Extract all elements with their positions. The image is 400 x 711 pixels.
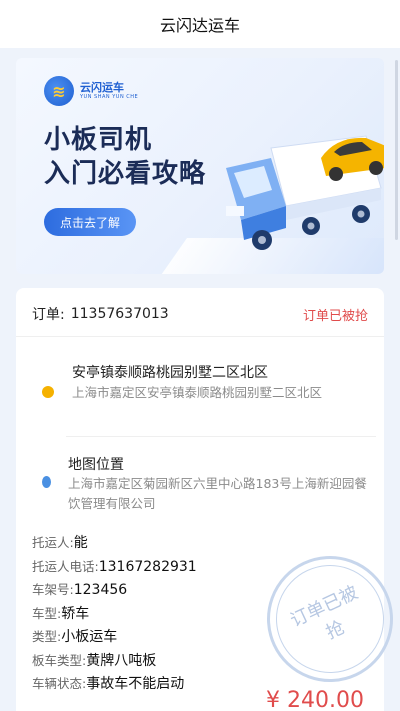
info-key: 车型: (32, 605, 62, 621)
order-number-label: 订单: (32, 307, 65, 323)
banner-title-line1: 小板司机 (44, 125, 153, 155)
pickup-dot-icon (42, 386, 54, 398)
info-value: 小板运车 (61, 629, 118, 645)
pickup-detail: 上海市嘉定区安亭镇泰顺路桃园别墅二区北区 (72, 385, 323, 400)
info-key: 类型: (32, 629, 62, 644)
info-value: 123456 (73, 582, 128, 598)
scrollbar[interactable] (395, 60, 398, 240)
stamp-text: 订单已被抢 (258, 547, 400, 691)
info-key: 托运人电话: (32, 558, 99, 574)
info-key: 车辆状态: (32, 676, 87, 691)
info-row: 车辆状态: 事故车不能启动 (32, 673, 272, 697)
info-row: 类型: 小板运车 (32, 626, 272, 650)
info-key: 托运人: (32, 535, 74, 550)
info-value: 黄牌八吨板 (86, 652, 157, 669)
order-price: ¥ 240.00 (266, 688, 364, 711)
info-value: 13167282931 (98, 558, 197, 575)
learn-more-button[interactable]: 点击去了解 (44, 208, 136, 236)
car-carrier-truck-icon (226, 135, 384, 250)
brand-logo-icon: ≋ (44, 76, 74, 106)
brand-logo-name: 云闪运车 (80, 81, 124, 94)
order-status: 订单已被抢 (302, 308, 368, 324)
info-row: 车型: 轿车 (32, 603, 272, 627)
order-card[interactable]: 订单: 11357637013 订单已被抢 安亭镇泰顺路桃园别墅二区北区 上海市… (16, 288, 400, 711)
info-key: 车架号: (32, 582, 74, 597)
info-row: 板车类型: 黄牌八吨板 (32, 650, 272, 674)
banner-title-line2: 入门必看攻略 (44, 159, 207, 189)
info-value: 能 (73, 535, 88, 551)
app-header: 云闪达运车 (0, 0, 400, 48)
info-row: 托运人: 能 (32, 532, 272, 556)
dropoff-title: 地图位置 (68, 457, 124, 473)
order-header: 订单: 11357637013 订单已被抢 (32, 304, 368, 324)
info-value: 事故车不能启动 (86, 676, 185, 692)
brand-logo: ≋ 云闪运车 YUN SHAN YUN CHE (44, 76, 138, 106)
page-title: 云闪达运车 (159, 16, 240, 35)
dropoff-dot-icon (42, 476, 51, 488)
dropoff-detail: 上海市嘉定区菊园新区六里中心路183号上海新迎园餐饮管理有限公司 (68, 476, 367, 511)
address-separator (66, 436, 376, 437)
vehicle-info-list: 托运人: 能 托运人电话: 13167282931 车架号: 123456 车型… (32, 532, 272, 697)
promo-banner[interactable]: ≋ 云闪运车 YUN SHAN YUN CHE 小板司机 入门必看攻略 点击去了… (16, 58, 384, 274)
info-value: 轿车 (61, 605, 90, 622)
info-row: 车架号: 123456 (32, 579, 272, 603)
order-number: 11357637013 (70, 306, 169, 322)
divider (16, 336, 384, 337)
info-row: 托运人电话: 13167282931 (32, 556, 272, 580)
info-key: 板车类型: (32, 652, 87, 668)
pickup-title: 安亭镇泰顺路桃园别墅二区北区 (72, 365, 268, 381)
brand-logo-pinyin: YUN SHAN YUN CHE (80, 94, 139, 100)
